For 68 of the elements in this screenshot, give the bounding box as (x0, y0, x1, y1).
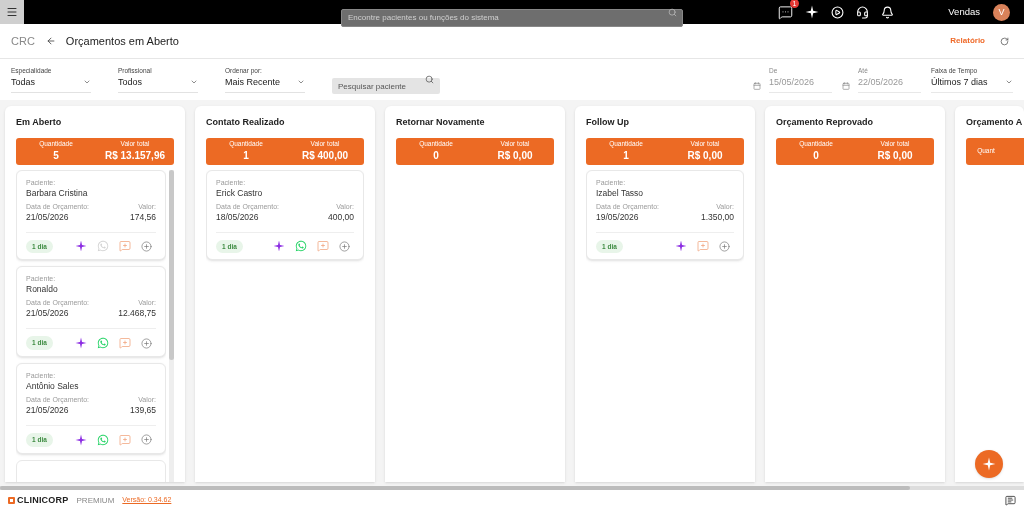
scrollbar[interactable] (169, 169, 174, 482)
menu-button[interactable] (0, 0, 24, 24)
chat-icon[interactable] (1005, 495, 1016, 506)
plan-label: PREMIUM (76, 494, 115, 507)
bell-icon[interactable] (881, 5, 894, 19)
total-value: R$ 400,00 (301, 149, 349, 164)
quantity-value: 0 (433, 149, 439, 164)
chat-plus-icon[interactable] (317, 240, 329, 253)
refresh-icon[interactable] (1000, 36, 1009, 46)
column-title: Em Aberto (16, 116, 63, 129)
calendar-icon[interactable] (842, 82, 850, 91)
column-title: Contato Realizado (206, 116, 286, 129)
chat-plus-icon[interactable] (119, 337, 131, 350)
patient-name: Erick Castro (216, 186, 264, 199)
column-title: Follow Up (586, 116, 630, 129)
column-title: Orçamento Reprovado (776, 116, 875, 129)
budget-value: 139,65 (130, 404, 156, 416)
back-icon[interactable] (45, 36, 56, 46)
budget-date: 21/05/2026 (26, 404, 70, 416)
quantity-value: 0 (813, 149, 819, 164)
user-name: Vendas (948, 5, 980, 20)
whatsapp-icon[interactable] (295, 240, 307, 253)
column-title: Retornar Novamente (396, 116, 486, 129)
budget-date: 21/05/2026 (26, 307, 70, 320)
whatsapp-icon[interactable] (97, 433, 109, 446)
global-search-field[interactable]: Encontre pacientes ou funções do sistema (341, 8, 683, 27)
search-icon[interactable] (425, 75, 434, 84)
chat-plus-icon[interactable] (119, 240, 131, 253)
plus-circle-icon[interactable] (141, 337, 152, 349)
play-icon[interactable] (831, 5, 844, 19)
patient-name: Antônio Sales (26, 380, 80, 392)
headset-icon[interactable] (856, 5, 869, 19)
calendar-icon[interactable] (753, 82, 761, 91)
total-value: R$ 0,00 (687, 149, 723, 164)
total-value: R$ 13.157,96 (104, 149, 166, 164)
logo-icon (8, 497, 15, 504)
patient-search-field[interactable]: Pesquisar paciente (332, 78, 440, 94)
brand-logo: CLINICORP (8, 493, 69, 508)
chat-plus-icon[interactable] (697, 240, 709, 253)
quantity-value: 5 (53, 149, 59, 164)
budget-date: 18/05/2026 (216, 211, 260, 223)
plus-circle-icon[interactable] (719, 240, 730, 252)
plus-circle-icon[interactable] (141, 240, 152, 252)
chat-plus-icon[interactable] (119, 433, 131, 446)
column-title: Orçamento A (966, 116, 1024, 129)
horizontal-scrollbar[interactable] (0, 486, 1024, 490)
total-value: R$ 0,00 (497, 149, 533, 164)
breadcrumb-link[interactable]: CRC (11, 32, 35, 50)
budget-value: 1.350,00 (700, 210, 734, 223)
plus-circle-icon[interactable] (339, 240, 350, 252)
search-icon[interactable] (668, 7, 677, 17)
plus-circle-icon[interactable] (141, 434, 152, 446)
patient-name: Barbara Cristina (26, 186, 89, 199)
page-title: Orçamentos em Aberto (65, 33, 179, 49)
budget-value: 12.468,75 (118, 307, 156, 320)
budget-value: 174,56 (130, 210, 156, 223)
sparkle-icon[interactable] (805, 5, 819, 19)
menu-icon (6, 6, 18, 18)
budget-date: 21/05/2026 (26, 211, 70, 223)
budget-value: 400,00 (328, 210, 354, 223)
budget-date: 19/05/2026 (596, 211, 640, 223)
sparkle-icon (982, 457, 996, 471)
patient-name: Ronaldo (26, 283, 59, 296)
total-value: R$ 0,00 (877, 149, 913, 164)
whatsapp-icon[interactable] (97, 337, 109, 350)
patient-name: Izabel Tasso (596, 186, 645, 199)
quantity-value: 1 (623, 149, 629, 164)
quantity-value: 1 (243, 149, 249, 164)
